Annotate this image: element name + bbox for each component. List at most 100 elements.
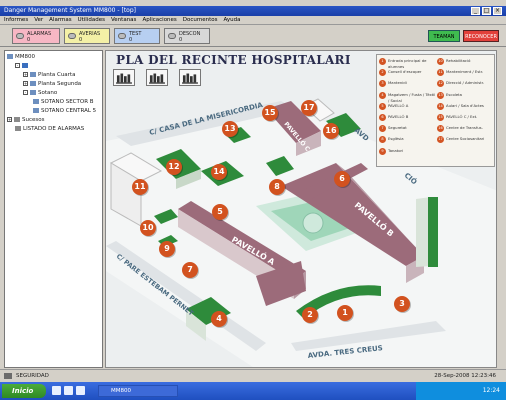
window-title: Danger Management System MM800 - [top] — [4, 7, 136, 14]
minimize-button[interactable]: _ — [471, 7, 480, 15]
alarm-toolbar: ALARMAS 0 AVERIAS 0 TEST 0 DESCON 0 TEAM… — [0, 25, 506, 47]
taskbar: Inicio MM800 12:24 — [0, 382, 506, 400]
maximize-button[interactable]: □ — [482, 7, 491, 15]
floor-icon — [30, 72, 36, 77]
legend-number-badge: 7 — [379, 125, 386, 133]
legend-item-1: 1 Entrada principal de alumnes — [379, 58, 437, 69]
tree-label: Planta Segunda — [38, 81, 82, 87]
menu-bar: Informes Ver Alarmas Utilidades Ventanas… — [0, 16, 506, 25]
tree-node-planta-cuarta[interactable]: + Planta Cuarta — [7, 71, 100, 80]
legend-text: Consell d'escoper — [388, 69, 422, 75]
desconx-count: 0 — [179, 37, 183, 43]
legend-text: Aulari / Sala d'Actes — [446, 102, 484, 108]
legend-item-5: 5 PAVELLÓ A — [379, 102, 437, 114]
tree-node-planta-segunda[interactable]: + Planta Segunda — [7, 80, 100, 89]
collapse-icon[interactable]: - — [23, 90, 28, 95]
tree-node-mm800[interactable]: MM800 — [7, 53, 100, 62]
legend-item-16: 16 Centre de Transfus. — [437, 125, 495, 136]
map-marker-3[interactable]: 3 — [394, 296, 410, 312]
menu-ventanas[interactable]: Ventanas — [111, 16, 136, 24]
menu-utilidades[interactable]: Utilidades — [78, 16, 105, 24]
desconx-counter-button[interactable]: DESCON 0 — [164, 28, 210, 44]
hospital-map-panel: PLA DEL RECINTE HOSPITALARI C/ CASA DE L… — [105, 50, 497, 368]
map-marker-1[interactable]: 1 — [337, 305, 353, 321]
sector-icon — [33, 108, 39, 113]
legend-item-12: 12 Direcció / Administr. — [437, 80, 495, 91]
legend-number-badge: 6 — [379, 113, 386, 121]
tree-node-sotano[interactable]: - Sotano — [7, 89, 100, 98]
title-bar: Danger Management System MM800 - [top] _… — [0, 6, 506, 16]
map-marker-15[interactable]: 15 — [262, 105, 278, 121]
alarmas-counter-button[interactable]: ALARMAS 0 — [12, 28, 60, 44]
legend-column-right: 10 Rehabilitació 11 Manteniment / Estr. 12 Di… — [437, 58, 495, 148]
legend-number-badge: 8 — [379, 136, 386, 144]
start-button[interactable]: Inicio — [2, 384, 46, 398]
map-marker-8[interactable]: 8 — [269, 179, 285, 195]
menu-ayuda[interactable]: Ayuda — [224, 16, 241, 24]
expand-icon[interactable]: + — [23, 81, 28, 86]
taskbar-app-mm800[interactable]: MM800 — [98, 385, 178, 397]
legend-column-left: 1 Entrada principal de alumnes 2 Consell d'… — [379, 58, 437, 159]
tree-node-sucesos[interactable]: + Sucesos — [7, 116, 100, 125]
legend-number-badge: 2 — [379, 69, 386, 77]
map-marker-14[interactable]: 14 — [211, 164, 227, 180]
status-datetime: 28-Sep-2008 12:23:46 — [434, 373, 496, 379]
legend-text: Esglèsia — [388, 136, 404, 142]
menu-informes[interactable]: Informes — [4, 16, 28, 24]
tree-node-sotano-sector-b[interactable]: SOTANO SECTOR B — [7, 98, 100, 107]
legend-item-6: 6 PAVELLÓ B — [379, 113, 437, 125]
expand-icon[interactable]: + — [23, 72, 28, 77]
map-marker-4[interactable]: 4 — [211, 311, 227, 327]
map-marker-10[interactable]: 10 — [140, 220, 156, 236]
map-marker-12[interactable]: 12 — [166, 159, 182, 175]
map-marker-17[interactable]: 17 — [301, 100, 317, 116]
map-marker-13[interactable]: 13 — [222, 121, 238, 137]
map-marker-11[interactable]: 11 — [132, 179, 148, 195]
legend-item-4: 4 Magatzem / Fusta / Tèxtil / Social — [379, 91, 437, 103]
legend-number-badge: 13 — [437, 91, 444, 99]
quicklaunch-mail-icon[interactable] — [64, 386, 73, 395]
tree-node-listado-alarmas[interactable]: LISTADO DE ALARMAS — [7, 125, 100, 134]
legend-number-badge: 17 — [437, 136, 444, 144]
floor-icon — [30, 81, 36, 86]
expand-icon[interactable]: + — [7, 117, 12, 122]
teaman-button[interactable]: TEAMAN — [428, 30, 460, 42]
test-count: 0 — [129, 37, 133, 43]
map-marker-2[interactable]: 2 — [302, 307, 318, 323]
legend-number-badge: 11 — [437, 69, 444, 77]
close-button[interactable]: × — [493, 7, 502, 15]
legend-item-17: 17 Centre Sociosanitari — [437, 136, 495, 147]
tree-node-sotano-central[interactable]: SOTANO CENTRAL 5 — [7, 107, 100, 116]
map-marker-5[interactable]: 5 — [212, 204, 228, 220]
menu-aplicaciones[interactable]: Aplicaciones — [142, 16, 176, 24]
tree-label: LISTADO DE ALARMAS — [23, 126, 85, 132]
reconocer-button[interactable]: RECONOCER — [463, 30, 499, 42]
quicklaunch-desktop-icon[interactable] — [76, 386, 85, 395]
legend-text: Centre Sociosanitari — [446, 136, 485, 142]
legend-item-8: 8 Esglèsia — [379, 136, 437, 147]
map-marker-9[interactable]: 9 — [159, 241, 175, 257]
legend-text: Escoleta — [446, 91, 462, 97]
map-marker-16[interactable]: 16 — [323, 123, 339, 139]
quicklaunch-browser-icon[interactable] — [52, 386, 61, 395]
legend-item-9: 9 Tanatori — [379, 147, 437, 159]
desconx-label: DESCON — [179, 31, 201, 37]
map-marker-6[interactable]: 6 — [334, 171, 350, 187]
map-marker-7[interactable]: 7 — [182, 262, 198, 278]
menu-ver[interactable]: Ver — [34, 16, 43, 24]
tree-label: SOTANO CENTRAL 5 — [41, 108, 97, 114]
system-tray: 12:24 — [416, 382, 506, 400]
window-controls: _ □ × — [471, 7, 502, 15]
test-counter-button[interactable]: TEST 0 — [114, 28, 160, 44]
collapse-icon[interactable]: - — [15, 63, 20, 68]
menu-alarmas[interactable]: Alarmas — [49, 16, 71, 24]
legend-text: Centre de Transfus. — [446, 125, 483, 131]
tree-node-root-building[interactable]: - — [7, 62, 100, 71]
navigation-tree: MM800 - + Planta Cuarta + Planta Segunda -… — [4, 50, 103, 368]
legend-number-badge: 3 — [379, 80, 386, 88]
legend-item-2: 2 Consell d'escoper — [379, 69, 437, 80]
legend-text: Magatzem / Fusta / Tèxtil / Social — [388, 91, 436, 103]
legend-text: Seguretat — [388, 125, 407, 131]
averias-counter-button[interactable]: AVERIAS 0 — [64, 28, 110, 44]
menu-documentos[interactable]: Documentos — [183, 16, 218, 24]
